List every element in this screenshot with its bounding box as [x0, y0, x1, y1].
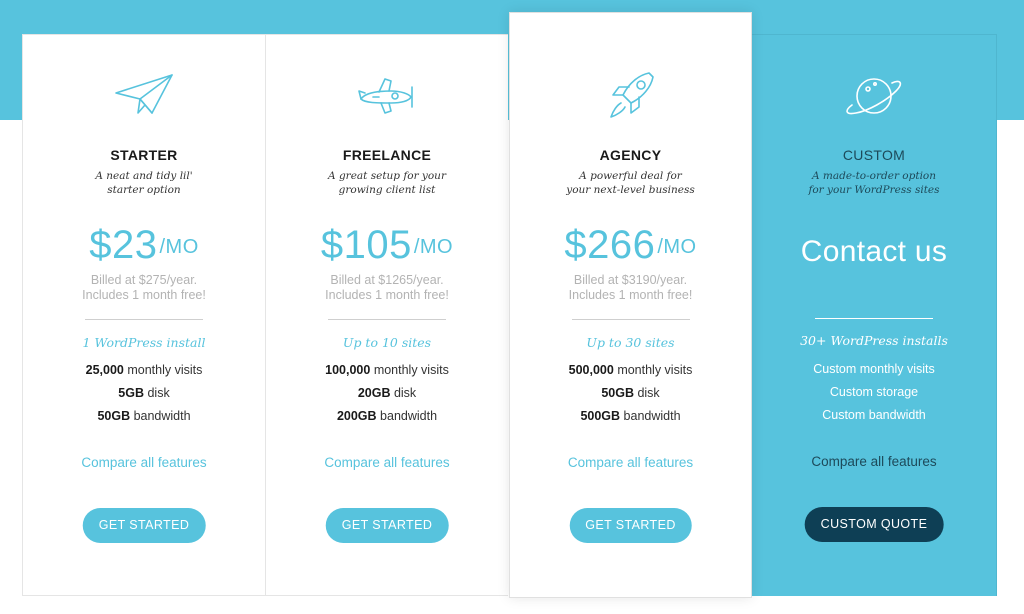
bandwidth-feature: 200GB bandwidth	[266, 409, 508, 423]
price-amount: $266	[564, 223, 656, 267]
planet-icon	[842, 69, 906, 123]
bandwidth-feature: Custom bandwidth	[822, 408, 926, 422]
visits-value: 500,000	[568, 363, 614, 377]
disk-value: 5GB	[118, 386, 144, 400]
plan-price: $105/MO	[266, 221, 508, 269]
compare-features-link[interactable]: Compare all features	[23, 455, 265, 470]
plan-card-starter: STARTER A neat and tidy lil' starter opt…	[22, 34, 265, 596]
plan-price: $266/MO	[510, 221, 751, 269]
bandwidth-feature: 50GB bandwidth	[23, 409, 265, 423]
plan-card-agency: AGENCY A powerful deal for your next-lev…	[509, 12, 752, 598]
billing-line: Billed at $1265/year.	[330, 273, 444, 287]
installs-label: Up to 30 sites	[586, 335, 675, 350]
bandwidth-feature: 500GB bandwidth	[510, 409, 751, 423]
plan-card-freelance: FREELANCE A great setup for your growing…	[265, 34, 508, 596]
compare-features-link[interactable]: Compare all features	[752, 454, 996, 469]
plan-tagline: A neat and tidy lil' starter option	[95, 170, 193, 196]
get-started-button[interactable]: GET STARTED	[82, 508, 206, 543]
plan-price: $23/MO	[23, 221, 265, 269]
disk-label: disk	[144, 386, 170, 400]
visits-feature: 25,000 monthly visits	[23, 363, 265, 377]
price-period: /MO	[413, 236, 454, 258]
divider	[815, 318, 933, 319]
visits-feature: 100,000 monthly visits	[266, 363, 508, 377]
bandwidth-label: bandwidth	[620, 409, 681, 423]
bandwidth-value: 500GB	[580, 409, 621, 423]
billing-line: Billed at $275/year.	[90, 273, 198, 287]
plan-tagline: A made-to-order option for your WordPres…	[808, 170, 940, 196]
visits-value: 100,000	[325, 363, 371, 377]
billing-note: Billed at $1265/year. Includes 1 month f…	[266, 273, 508, 303]
get-started-button[interactable]: GET STARTED	[569, 508, 692, 543]
visits-label: monthly visits	[613, 363, 693, 377]
disk-feature: 50GB disk	[510, 386, 751, 400]
disk-feature: 5GB disk	[23, 386, 265, 400]
price-period: /MO	[159, 236, 199, 258]
installs-label: Up to 10 sites	[342, 335, 432, 350]
price-amount: $23	[89, 223, 158, 267]
disk-value: 20GB	[357, 386, 391, 400]
disk-label: disk	[390, 386, 417, 400]
disk-value: 50GB	[601, 386, 634, 400]
contact-us-heading: Contact us	[800, 235, 948, 268]
installs-label: 30+ WordPress installs	[800, 333, 948, 348]
rocket-icon	[599, 69, 663, 123]
plan-card-custom: CUSTOM A made-to-order option for your W…	[752, 34, 997, 596]
billing-note: Billed at $275/year. Includes 1 month fr…	[23, 273, 265, 303]
disk-feature: 20GB disk	[266, 386, 508, 400]
visits-label: monthly visits	[370, 363, 449, 377]
visits-feature: Custom monthly visits	[813, 362, 935, 376]
billing-note: Billed at $3190/year. Includes 1 month f…	[510, 273, 751, 303]
custom-quote-button[interactable]: CUSTOM QUOTE	[804, 507, 944, 542]
price-amount: $105	[320, 223, 412, 267]
price-period: /MO	[657, 236, 697, 258]
free-month-line: Includes 1 month free!	[568, 288, 693, 302]
propeller-plane-icon	[355, 69, 419, 123]
get-started-button[interactable]: GET STARTED	[325, 508, 449, 543]
plan-name: STARTER	[110, 147, 178, 163]
paper-plane-icon	[112, 69, 176, 123]
compare-features-link[interactable]: Compare all features	[510, 455, 751, 470]
divider	[85, 319, 203, 320]
free-month-line: Includes 1 month free!	[82, 288, 206, 302]
plan-name: FREELANCE	[342, 147, 432, 163]
plan-tagline: A great setup for your growing client li…	[328, 170, 446, 196]
divider	[571, 319, 690, 320]
plan-name: CUSTOM	[842, 147, 906, 163]
visits-value: 25,000	[85, 363, 124, 377]
visits-feature: 500,000 monthly visits	[510, 363, 751, 377]
bandwidth-label: bandwidth	[130, 409, 191, 423]
compare-features-link[interactable]: Compare all features	[266, 455, 508, 470]
storage-feature: Custom storage	[829, 385, 919, 399]
disk-label: disk	[633, 386, 660, 400]
plan-name: AGENCY	[599, 147, 662, 163]
billing-line: Billed at $3190/year.	[573, 273, 688, 287]
visits-label: monthly visits	[123, 363, 203, 377]
bandwidth-value: 200GB	[336, 409, 377, 423]
installs-label: 1 WordPress install	[82, 335, 206, 350]
bandwidth-label: bandwidth	[376, 409, 438, 423]
plan-tagline: A powerful deal for your next-level busi…	[566, 170, 695, 196]
free-month-line: Includes 1 month free!	[325, 288, 449, 302]
bandwidth-value: 50GB	[97, 409, 131, 423]
divider	[328, 319, 446, 320]
